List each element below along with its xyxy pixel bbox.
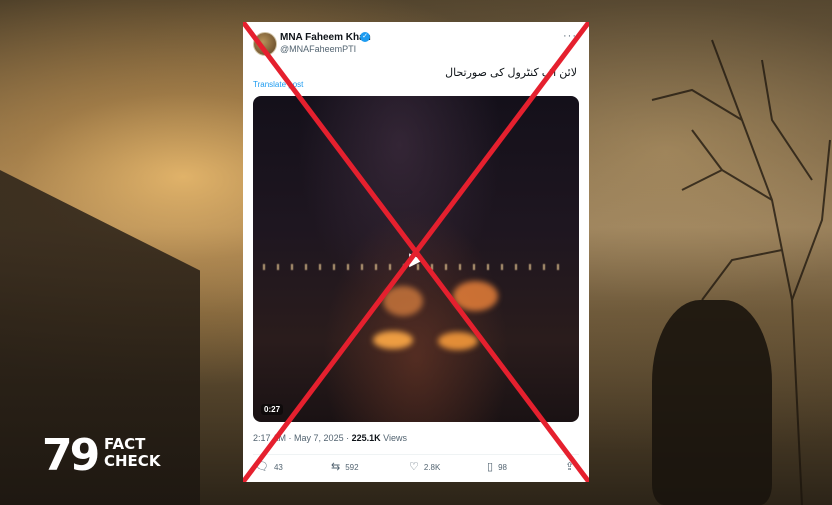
video-fire-1 bbox=[373, 331, 413, 349]
tweet-card: MNA Faheem Khan ✓ @MNAFaheemPTI ··· لائن… bbox=[243, 22, 589, 482]
more-icon[interactable]: ··· bbox=[563, 30, 577, 42]
play-icon[interactable]: ▶ bbox=[401, 244, 431, 274]
like-count: 2.8K bbox=[423, 463, 441, 472]
brand-line1: FACT bbox=[104, 435, 146, 453]
bookmark-count: 98 bbox=[498, 463, 507, 472]
video-fire-2 bbox=[438, 332, 478, 350]
author-handle[interactable]: @MNAFaheemPTI bbox=[280, 44, 356, 54]
brand-logo: 79 bbox=[42, 430, 100, 481]
background-person-silhouette bbox=[652, 300, 772, 505]
repost-icon: ⇆ bbox=[331, 461, 341, 473]
bookmark-button[interactable]: ▯ 98 bbox=[487, 462, 507, 473]
bookmark-icon: ▯ bbox=[487, 461, 494, 473]
factcheck-brand: 79 FACT CHECK bbox=[42, 432, 162, 482]
reply-count: 43 bbox=[273, 463, 283, 472]
brand-text: FACT CHECK bbox=[104, 436, 160, 470]
brand-line2: CHECK bbox=[104, 452, 161, 470]
heart-icon: ♡ bbox=[409, 461, 419, 473]
tweet-date[interactable]: May 7, 2025 bbox=[294, 433, 344, 443]
verified-badge-icon: ✓ bbox=[360, 32, 370, 42]
video-fire-3 bbox=[453, 281, 498, 311]
like-button[interactable]: ♡ 2.8K bbox=[409, 462, 440, 473]
avatar[interactable] bbox=[253, 32, 277, 56]
video-duration: 0:27 bbox=[261, 404, 284, 415]
reply-button[interactable]: 🗨 43 bbox=[255, 462, 283, 473]
repost-button[interactable]: ⇆ 592 bbox=[331, 462, 359, 473]
translate-link[interactable]: Translate post bbox=[253, 80, 303, 89]
action-bar: 🗨 43 ⇆ 592 ♡ 2.8K ▯ 98 ⇪ bbox=[253, 462, 579, 476]
author-name[interactable]: MNA Faheem Khan bbox=[280, 32, 371, 43]
video-player[interactable]: ▶ 0:27 bbox=[253, 96, 579, 422]
video-fire-4 bbox=[383, 286, 423, 316]
tweet-text: لائن آف کنٹرول کی صورتحال bbox=[445, 67, 577, 79]
reply-icon: 🗨 bbox=[255, 461, 269, 473]
share-icon: ⇪ bbox=[565, 461, 575, 473]
tweet-meta: 2:17 AM · May 7, 2025 · 225.1K Views bbox=[253, 433, 407, 443]
views-label: Views bbox=[383, 433, 407, 443]
repost-count: 592 bbox=[345, 463, 359, 472]
tweet-time[interactable]: 2:17 AM bbox=[253, 433, 286, 443]
divider bbox=[253, 454, 579, 455]
share-button[interactable]: ⇪ bbox=[565, 462, 574, 473]
views-count: 225.1K bbox=[351, 433, 381, 443]
